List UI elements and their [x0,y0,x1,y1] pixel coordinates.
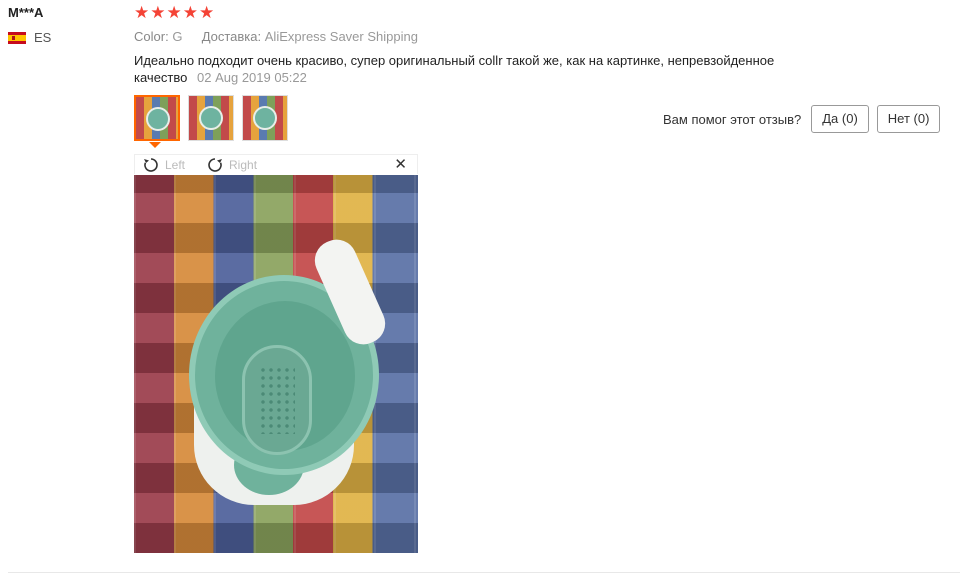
review-date: 02 Aug 2019 05:22 [197,70,307,85]
helpful-no-button[interactable]: Нет (0) [876,105,941,133]
shipping-value: AliExpress Saver Shipping [264,29,418,44]
reviewer-info: M***A ES [8,5,118,45]
helpful-vote: Вам помог этот отзыв? Да (0) Нет (0) [663,105,948,133]
reviewer-country: ES [8,30,118,45]
reviewer-name: M***A [8,5,44,20]
active-thumbnail-pointer [149,142,161,148]
photo-viewer-toolbar: Left Right ✕ [134,154,418,174]
rotate-right-icon [208,157,223,172]
rotate-left-label: Left [165,157,186,172]
shipping-label: Доставка: [201,29,262,44]
review-photo-large [134,175,418,553]
helpful-question: Вам помог этот отзыв? [663,111,802,127]
photo-thumbnail-1[interactable] [134,95,180,141]
review-meta: Color: G Доставка: AliExpress Saver Ship… [134,29,824,44]
review-divider [8,572,960,573]
review-text-block: Идеально подходит очень красиво, супер о… [134,52,824,86]
rotate-right-label: Right [229,157,258,172]
country-code: ES [34,30,52,45]
color-value: G [172,29,183,44]
color-label: Color: [134,29,169,44]
product-masher [242,345,312,455]
rating-stars: ★★★★★ [134,3,216,22]
helpful-yes-button[interactable]: Да (0) [811,105,869,133]
rotate-left-icon [144,157,158,172]
photo-thumbnail-3[interactable] [242,95,288,141]
spain-flag-icon [8,31,26,44]
photo-thumbnail-2[interactable] [188,95,234,141]
rotate-left-button[interactable]: Left [143,157,185,173]
rotate-right-button[interactable]: Right [207,157,257,173]
close-icon[interactable]: ✕ [394,155,407,175]
